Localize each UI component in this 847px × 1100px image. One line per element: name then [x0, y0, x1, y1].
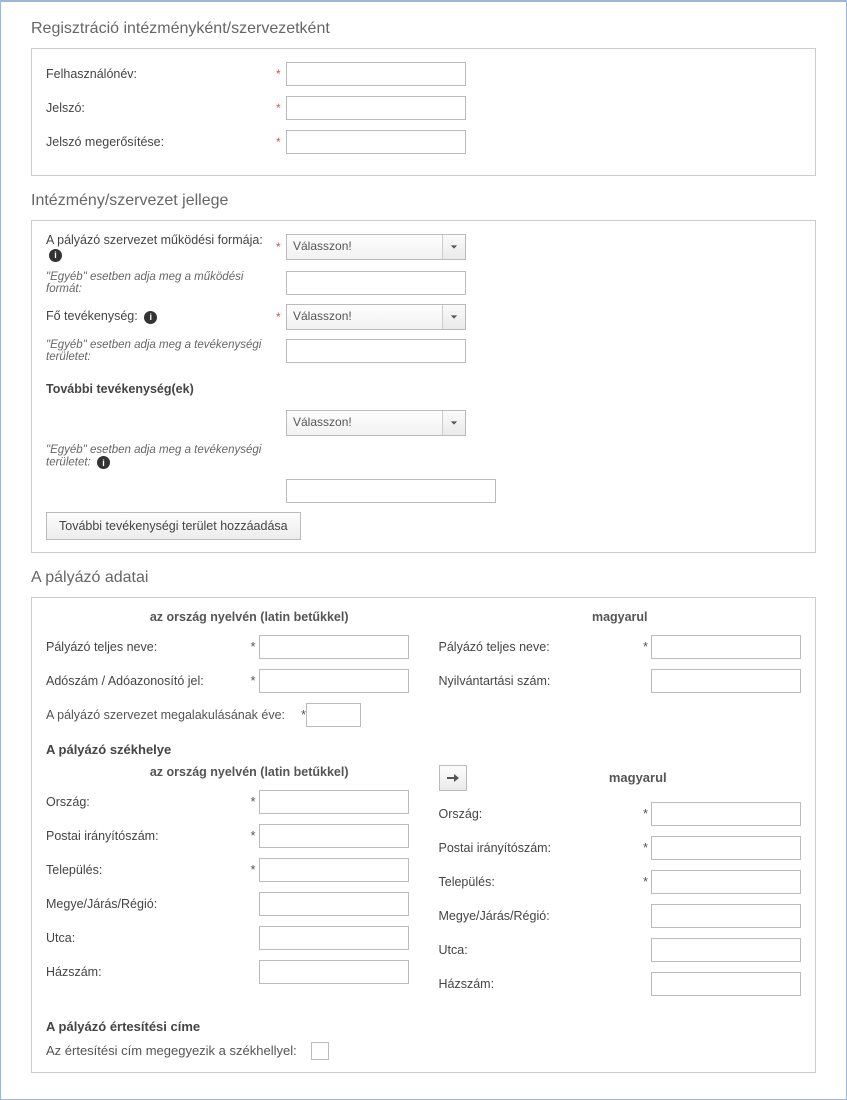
chevron-down-icon: [443, 235, 465, 259]
region-label: Megye/Járás/Régió:: [46, 897, 251, 911]
required-marker: *: [251, 828, 259, 843]
city-label-hu: Település:: [439, 875, 644, 889]
est-year-input[interactable]: [306, 703, 361, 727]
zip-hu-input[interactable]: [651, 836, 801, 860]
notif-title: A pályázó értesítési címe: [46, 1019, 801, 1034]
other-form-input[interactable]: [286, 271, 466, 295]
required-marker: *: [643, 874, 651, 889]
fullname-label: Pályázó teljes neve:: [46, 640, 251, 654]
regnum-input[interactable]: [651, 669, 801, 693]
street-hu-input[interactable]: [651, 938, 801, 962]
required-marker: *: [643, 806, 651, 821]
required-marker: *: [276, 67, 286, 81]
chevron-down-icon: [443, 305, 465, 329]
password-label: Jelszó:: [46, 101, 276, 115]
other-more-input[interactable]: [286, 479, 496, 503]
more-activities-label: További tevékenység(ek): [46, 382, 276, 396]
city-native-input[interactable]: [259, 858, 409, 882]
password-confirm-label: Jelszó megerősítése:: [46, 135, 276, 149]
select-value: Válasszon!: [287, 411, 443, 435]
org-form-label: A pályázó szervezet működési formája: i: [46, 233, 276, 262]
house-hu-input[interactable]: [651, 972, 801, 996]
main-activity-label: Fő tevékenység: i: [46, 309, 276, 324]
other-activity-label: "Egyéb" esetben adja meg a tevékenységi …: [46, 339, 276, 363]
other-activity-input[interactable]: [286, 339, 466, 363]
same-addr-checkbox[interactable]: [311, 1042, 329, 1060]
applicant-panel: az ország nyelvén (latin betűkkel) Pályá…: [31, 597, 816, 1073]
org-panel: A pályázó szervezet működési formája: i …: [31, 220, 816, 553]
region-label-hu: Megye/Járás/Régió:: [439, 909, 644, 923]
copy-right-button[interactable]: [439, 765, 467, 791]
org-form-select[interactable]: Válasszon!: [286, 234, 466, 260]
chevron-down-icon: [443, 411, 465, 435]
applicant-section-title: A pályázó adatai: [31, 569, 816, 587]
username-label: Felhasználónév:: [46, 67, 276, 81]
main-activity-select[interactable]: Válasszon!: [286, 304, 466, 330]
fullname-hu-input[interactable]: [651, 635, 801, 659]
seat-col-native-header: az ország nyelvén (latin betűkkel): [46, 765, 409, 779]
city-label: Település:: [46, 863, 251, 877]
taxid-label: Adószám / Adóazonosító jel:: [46, 674, 251, 688]
seat-title: A pályázó székhelye: [46, 742, 801, 757]
add-activity-button[interactable]: További tevékenységi terület hozzáadása: [46, 512, 301, 540]
required-marker: *: [276, 101, 286, 115]
required-marker: *: [251, 794, 259, 809]
house-native-input[interactable]: [259, 960, 409, 984]
country-label-hu: Ország:: [439, 807, 644, 821]
account-panel: Felhasználónév: * Jelszó: * Jelszó meger…: [31, 48, 816, 176]
info-icon[interactable]: i: [49, 249, 62, 262]
other-form-label: "Egyéb" esetben adja meg a működési form…: [46, 271, 276, 295]
required-marker: *: [276, 240, 286, 254]
region-native-input[interactable]: [259, 892, 409, 916]
username-input[interactable]: [286, 62, 466, 86]
zip-native-input[interactable]: [259, 824, 409, 848]
select-value: Válasszon!: [287, 235, 443, 259]
page-title: Regisztráció intézményként/szervezetként: [31, 20, 816, 38]
password-confirm-input[interactable]: [286, 130, 466, 154]
col-hu-header: magyarul: [439, 610, 802, 624]
seat-col-hu-header: magyarul: [475, 770, 802, 785]
taxid-input[interactable]: [259, 669, 409, 693]
zip-label-hu: Postai irányítószám:: [439, 841, 644, 855]
country-hu-input[interactable]: [651, 802, 801, 826]
required-marker: *: [276, 310, 286, 324]
regnum-label: Nyilvántartási szám:: [439, 674, 644, 688]
required-marker: *: [251, 862, 259, 877]
password-input[interactable]: [286, 96, 466, 120]
info-icon[interactable]: i: [97, 456, 110, 469]
country-label: Ország:: [46, 795, 251, 809]
street-native-input[interactable]: [259, 926, 409, 950]
required-marker: *: [643, 639, 651, 654]
city-hu-input[interactable]: [651, 870, 801, 894]
col-native-header: az ország nyelvén (latin betűkkel): [46, 610, 409, 624]
select-value: Válasszon!: [287, 305, 443, 329]
required-marker: *: [643, 840, 651, 855]
region-hu-input[interactable]: [651, 904, 801, 928]
country-native-input[interactable]: [259, 790, 409, 814]
zip-label: Postai irányítószám:: [46, 829, 251, 843]
required-marker: *: [276, 135, 286, 149]
org-section-title: Intézmény/szervezet jellege: [31, 192, 816, 210]
street-label: Utca:: [46, 931, 251, 945]
est-year-label: A pályázó szervezet megalakulásának éve:: [46, 708, 301, 722]
more-activity-select[interactable]: Válasszon!: [286, 410, 466, 436]
other-more-label: "Egyéb" esetben adja meg a tevékenységi …: [46, 444, 276, 469]
street-label-hu: Utca:: [439, 943, 644, 957]
required-marker: *: [251, 673, 259, 688]
same-addr-label: Az értesítési cím megegyezik a székhelly…: [46, 1043, 297, 1058]
house-label-hu: Házszám:: [439, 977, 644, 991]
house-label: Házszám:: [46, 965, 251, 979]
fullname-label-hu: Pályázó teljes neve:: [439, 640, 644, 654]
info-icon[interactable]: i: [144, 311, 157, 324]
required-marker: *: [251, 639, 259, 654]
fullname-native-input[interactable]: [259, 635, 409, 659]
